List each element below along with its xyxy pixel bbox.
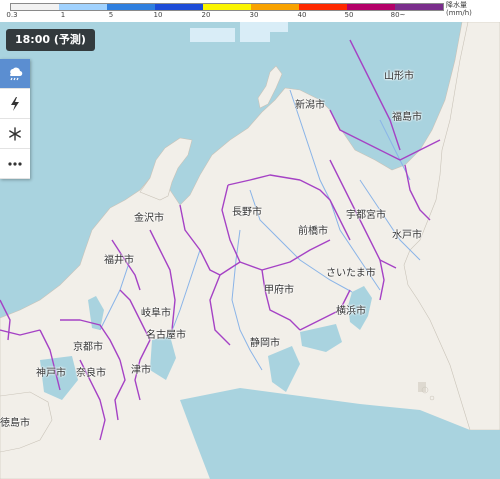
snowflake-icon <box>9 126 21 141</box>
legend-tick: 5 <box>108 11 114 19</box>
legend-tick: 1 <box>60 11 66 19</box>
layer-panel <box>0 59 30 179</box>
city-label-mito[interactable]: 水戸市 <box>392 226 422 241</box>
city-label-kobe[interactable]: 神戸市 <box>36 364 66 379</box>
more-icon <box>8 161 22 166</box>
forecast-time-chip[interactable]: 18:00 (予測) <box>6 29 95 51</box>
city-label-fukushima[interactable]: 福島市 <box>392 108 422 123</box>
legend-tick: 50 <box>344 11 354 19</box>
legend-tick: 40 <box>297 11 307 19</box>
legend-unit-value: (mm/h) <box>446 9 472 17</box>
legend-unit: 降水量 (mm/h) <box>446 1 472 17</box>
city-label-shizuoka[interactable]: 静岡市 <box>250 334 280 349</box>
more-layers-button[interactable] <box>0 149 30 179</box>
city-label-kofu[interactable]: 甲府市 <box>264 281 294 296</box>
island <box>429 395 435 401</box>
island <box>418 382 426 392</box>
rain-layer-button[interactable] <box>0 59 30 89</box>
city-label-niigata[interactable]: 新潟市 <box>295 96 325 111</box>
legend-tick: 0.3 <box>6 11 18 19</box>
city-label-utsunomiya[interactable]: 宇都宮市 <box>346 206 386 221</box>
city-label-kanazawa[interactable]: 金沢市 <box>134 209 164 224</box>
city-label-tsu[interactable]: 津市 <box>131 361 151 376</box>
city-label-fukui[interactable]: 福井市 <box>104 251 134 266</box>
city-label-saitama[interactable]: さいたま市 <box>326 264 376 279</box>
city-label-yamagata[interactable]: 山形市 <box>384 67 414 82</box>
lightning-icon <box>11 96 19 111</box>
lightning-layer-button[interactable] <box>0 89 30 119</box>
legend-tick: 30 <box>249 11 259 19</box>
snow-layer-button[interactable] <box>0 119 30 149</box>
legend-unit-label: 降水量 <box>446 1 467 9</box>
city-label-yokohama[interactable]: 横浜市 <box>336 302 366 317</box>
legend-color-bar <box>10 3 444 11</box>
city-label-maebashi[interactable]: 前橋市 <box>298 222 328 237</box>
legend-tick: 80~ <box>390 11 406 19</box>
city-label-gifu[interactable]: 岐阜市 <box>141 304 171 319</box>
city-label-kyoto[interactable]: 京都市 <box>73 338 103 353</box>
city-label-tokushima[interactable]: 徳島市 <box>0 414 30 429</box>
city-label-nagano[interactable]: 長野市 <box>232 203 262 218</box>
city-label-nagoya[interactable]: 名古屋市 <box>146 326 186 341</box>
base-map[interactable] <box>0 0 500 479</box>
rain-cloud-icon <box>10 67 23 80</box>
precipitation-legend: 0.3 1 5 10 20 30 40 50 80~ 降水量 (mm/h) <box>0 0 500 22</box>
legend-tick: 20 <box>201 11 211 19</box>
legend-tick: 10 <box>153 11 163 19</box>
city-label-nara[interactable]: 奈良市 <box>76 364 106 379</box>
